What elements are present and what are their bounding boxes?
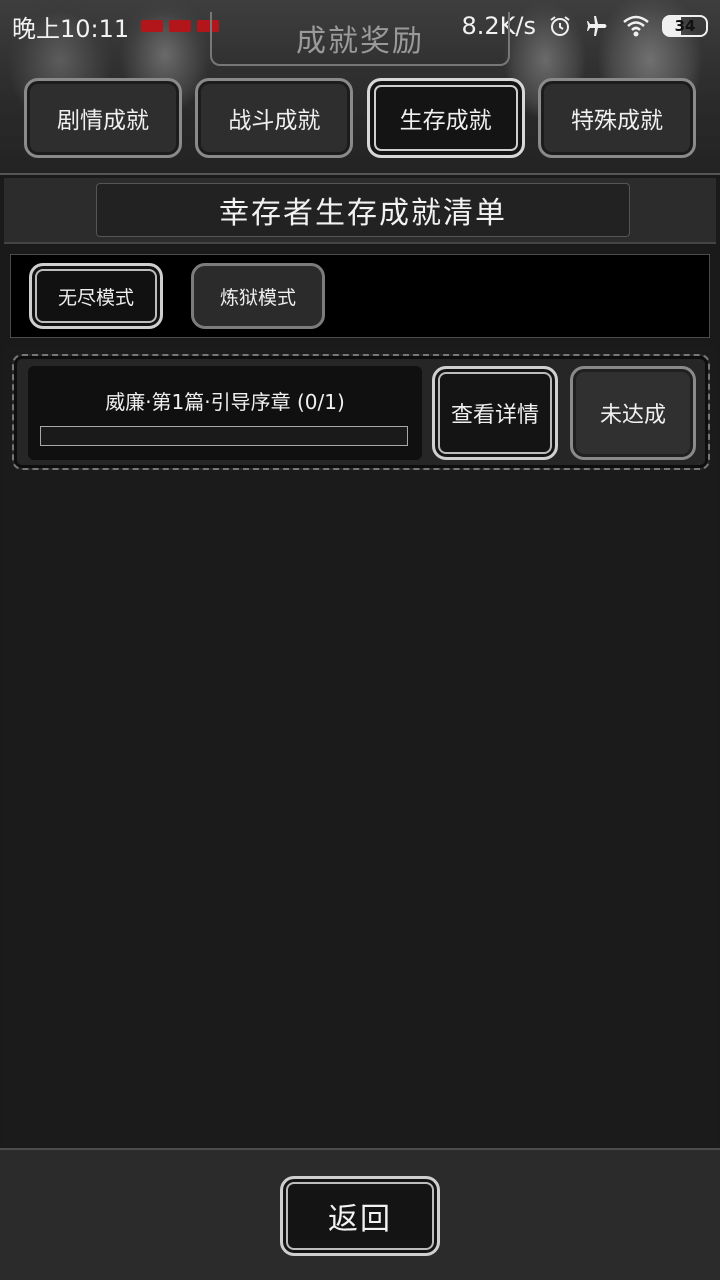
achievement-list[interactable]: 威廉·第1篇·引导序章 (0/1) 查看详情 未达成 bbox=[4, 346, 716, 1146]
section-title: 幸存者生存成就清单 bbox=[96, 183, 630, 237]
tab-combat-achievements[interactable]: 战斗成就 bbox=[195, 78, 354, 158]
page-title: 成就奖励 bbox=[296, 24, 424, 59]
mode-selector: 无尽模式 炼狱模式 bbox=[10, 254, 710, 338]
endless-mode-button[interactable]: 无尽模式 bbox=[29, 263, 163, 329]
achievement-item: 威廉·第1篇·引导序章 (0/1) 查看详情 未达成 bbox=[12, 354, 710, 470]
page-title-frame: 成就奖励 bbox=[210, 12, 510, 66]
battery-icon: 34 bbox=[662, 15, 708, 37]
achievement-status-button[interactable]: 未达成 bbox=[570, 366, 696, 460]
achievement-progress-bar bbox=[40, 426, 408, 446]
app-notification-icon bbox=[141, 20, 164, 32]
achievement-title: 威廉·第1篇·引导序章 (0/1) bbox=[105, 390, 345, 414]
tab-special-achievements[interactable]: 特殊成就 bbox=[537, 78, 696, 158]
status-time: 晚上10:11 bbox=[12, 14, 130, 43]
alarm-icon bbox=[550, 16, 570, 36]
tab-survival-achievements[interactable]: 生存成就 bbox=[366, 78, 525, 158]
app-notification-icon bbox=[169, 20, 192, 32]
wifi-icon bbox=[623, 15, 649, 37]
header-banner: 晚上10:11 8.2K/s 34 成就奖励 剧情成就 战斗成就 生存成就 特殊… bbox=[0, 0, 720, 175]
notification-icons bbox=[141, 20, 220, 32]
inferno-mode-button[interactable]: 炼狱模式 bbox=[191, 263, 325, 329]
footer: 返回 bbox=[0, 1148, 720, 1280]
back-button[interactable]: 返回 bbox=[280, 1176, 440, 1256]
battery-level: 34 bbox=[674, 17, 696, 35]
achievement-tabs: 剧情成就 战斗成就 生存成就 特殊成就 bbox=[24, 78, 696, 158]
tab-story-achievements[interactable]: 剧情成就 bbox=[24, 78, 182, 158]
achievement-info: 威廉·第1篇·引导序章 (0/1) bbox=[28, 366, 422, 460]
section-header: 幸存者生存成就清单 bbox=[4, 178, 716, 244]
airplane-mode-icon bbox=[587, 16, 607, 36]
view-details-button[interactable]: 查看详情 bbox=[432, 366, 558, 460]
